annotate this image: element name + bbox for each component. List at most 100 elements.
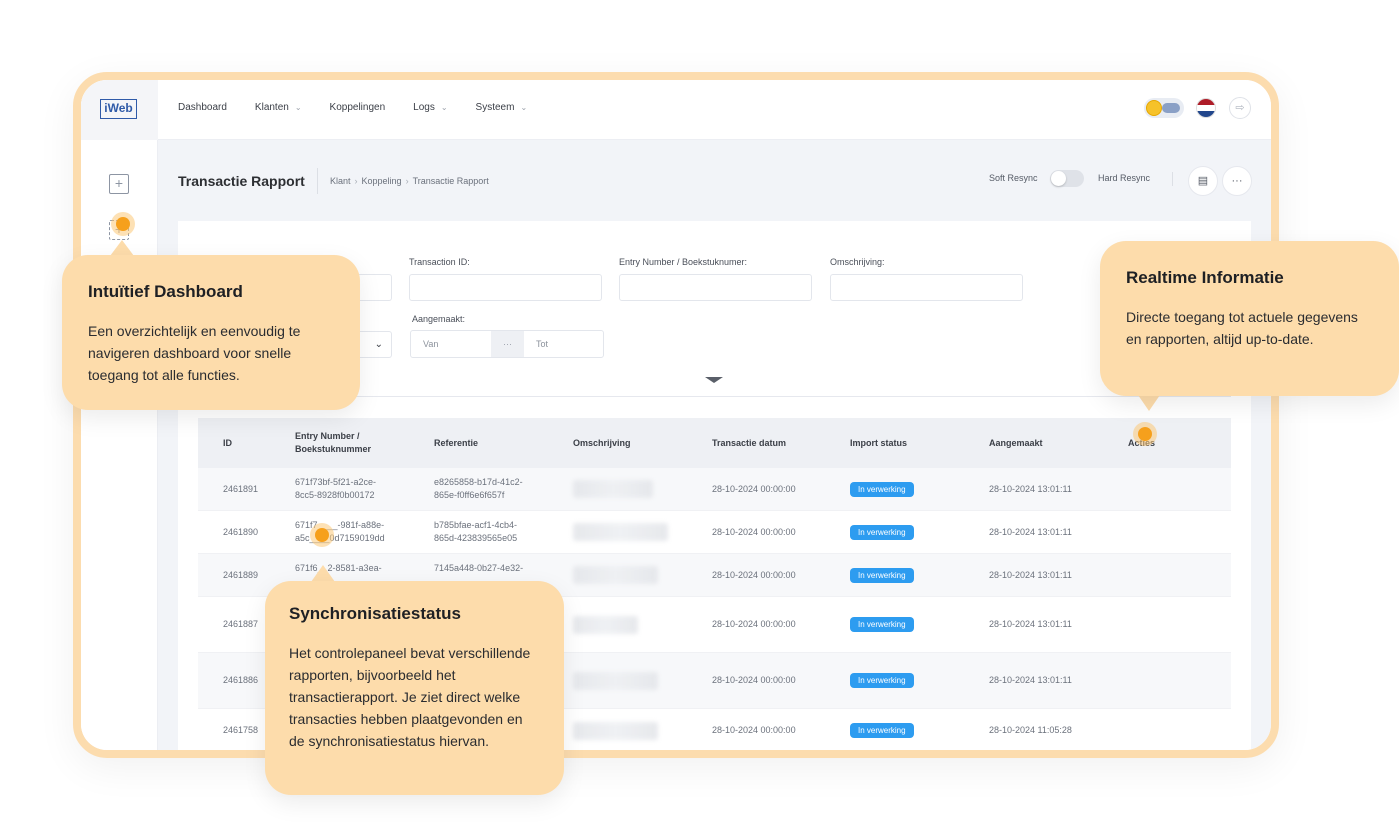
cell-id: 2461889: [223, 569, 259, 580]
entry-number-label: Entry Number / Boekstuknumer:: [619, 257, 748, 267]
cell-id: 2461891: [223, 483, 259, 494]
nl-flag-icon[interactable]: [1196, 98, 1216, 118]
top-navigation-bar: iWeb Dashboard Klanten ⌄ Koppelingen Logs…: [81, 80, 1271, 140]
nav-item-logs[interactable]: Logs ⌄: [413, 102, 447, 113]
omschrijving-label: Omschrijving:: [830, 257, 885, 267]
cell-aangemaakt: 28-10-2024 13:01:11: [989, 526, 1072, 537]
cell-aangemaakt: 28-10-2024 13:01:11: [989, 675, 1072, 685]
cell-entry-number: 671f73bf-5f21-a2ce- 8cc5-8928f0b00172: [295, 468, 376, 510]
breadcrumb: Klant › Koppeling › Transactie Rapport: [330, 176, 489, 186]
cell-import-status: In verwerking: [850, 468, 914, 510]
blurred-text: [573, 721, 658, 740]
callout-text: Directe toegang tot actuele gegevens en …: [1126, 309, 1358, 347]
nav-label: Koppelingen: [329, 102, 386, 113]
cell-omschrijving-blurred: [573, 468, 653, 510]
blurred-text: [573, 480, 653, 498]
hotspot-marker: [315, 528, 329, 542]
callout-realtime: Realtime Informatie Directe toegang tot …: [1100, 241, 1399, 396]
add-window-icon[interactable]: +: [109, 174, 129, 194]
nav-item-koppelingen[interactable]: Koppelingen: [330, 102, 386, 113]
nav-label: Klanten: [254, 102, 289, 113]
status-badge: In verwerking: [850, 617, 914, 632]
cell-line: 8cc5-8928f0b00172: [295, 490, 375, 500]
blurred-text: [573, 671, 658, 690]
chevron-down-icon: ⌄: [374, 339, 383, 350]
chevron-down-icon: ⌄: [440, 103, 448, 112]
column-header-referentie[interactable]: Referentie: [434, 418, 478, 468]
excel-file-icon: ▤: [1197, 175, 1209, 187]
cell-transactie-datum: 28-10-2024 00:00:00: [712, 725, 796, 735]
more-options-button[interactable]: ···: [1222, 166, 1252, 196]
chevron-right-icon: ›: [354, 176, 358, 186]
expand-filters-icon[interactable]: [705, 377, 723, 383]
callout-title: Intuïtief Dashboard: [88, 282, 243, 301]
date-from-input[interactable]: Van: [411, 331, 491, 357]
app-screen: iWeb Dashboard Klanten ⌄ Koppelingen Logs…: [81, 80, 1271, 750]
sidebar: + +: [81, 140, 158, 750]
callout-tail: [110, 240, 134, 256]
table-row[interactable]: 2461890 671f7____-981f-a88e-a5c____0d715…: [198, 511, 1231, 554]
breadcrumb-item[interactable]: Klant: [330, 176, 351, 186]
blurred-text: [573, 566, 658, 584]
theme-toggle[interactable]: [1144, 98, 1184, 118]
nav-item-systeem[interactable]: Systeem ⌄: [476, 102, 528, 113]
cloud-icon: [1162, 103, 1180, 113]
blurred-text: [573, 615, 638, 634]
iweb-logo[interactable]: iWeb: [100, 99, 137, 119]
cell-line: e8265858-b17d-41c2-: [434, 477, 523, 487]
hotspot-marker: [1138, 427, 1152, 441]
column-header-id[interactable]: ID: [223, 418, 232, 468]
device-frame: iWeb Dashboard Klanten ⌄ Koppelingen Logs…: [73, 72, 1279, 758]
cell-import-status: In verwerking: [850, 597, 914, 652]
callout-tail: [1138, 395, 1160, 411]
cell-aangemaakt: 28-10-2024 13:01:11: [989, 483, 1072, 494]
callout-tail: [311, 565, 335, 582]
cell-line: 671f6__2-8581-a3ea-: [295, 563, 382, 573]
nav-item-klanten[interactable]: Klanten ⌄: [255, 102, 302, 113]
hard-resync-label: Hard Resync: [1098, 173, 1151, 183]
export-excel-button[interactable]: ▤: [1188, 166, 1218, 196]
chevron-right-icon: ›: [405, 176, 409, 186]
column-header-acties: Acties: [1128, 437, 1156, 448]
logo-area: iWeb: [81, 80, 158, 140]
header-divider: [1172, 172, 1173, 186]
cell-transactie-datum: 28-10-2024 00:00:00: [712, 483, 796, 494]
title-divider: [317, 168, 318, 194]
nav-label: Systeem: [475, 102, 515, 113]
callout-title: Realtime Informatie: [1126, 268, 1284, 287]
blurred-text: [573, 523, 668, 541]
nav-item-dashboard[interactable]: Dashboard: [178, 102, 227, 113]
cell-omschrijving-blurred: [573, 653, 658, 708]
entry-number-input[interactable]: [619, 274, 812, 301]
header-line: Boekstuknummer: [295, 444, 372, 454]
chevron-down-icon: ⌄: [520, 103, 528, 112]
table-row[interactable]: 2461891 671f73bf-5f21-a2ce- 8cc5-8928f0b0…: [198, 468, 1231, 511]
cell-import-status: In verwerking: [850, 709, 914, 750]
aangemaakt-label: Aangemaakt:: [412, 314, 466, 324]
chevron-down-icon: ⌄: [294, 103, 302, 112]
transaction-id-label: Transaction ID:: [409, 257, 470, 267]
column-header-transactie-datum[interactable]: Transactie datum: [712, 418, 786, 468]
nav-label: Dashboard: [178, 102, 227, 113]
column-header-entry-number[interactable]: Entry Number / Boekstuknummer: [295, 418, 371, 468]
page-title: Transactie Rapport: [178, 173, 305, 189]
status-badge: In verwerking: [850, 673, 914, 688]
cell-import-status: In verwerking: [850, 511, 914, 553]
breadcrumb-item[interactable]: Koppeling: [362, 176, 402, 186]
transaction-id-input[interactable]: [409, 274, 602, 301]
column-header-omschrijving[interactable]: Omschrijving: [573, 418, 631, 468]
column-header-import-status[interactable]: Import status: [850, 418, 907, 468]
sun-icon: [1146, 100, 1162, 116]
cell-import-status: In verwerking: [850, 653, 914, 708]
cell-omschrijving-blurred: [573, 709, 658, 750]
date-to-input[interactable]: Tot: [524, 331, 603, 357]
callout-text: Het controlepaneel bevat verschillende r…: [289, 645, 531, 749]
cell-line: 865d-423839565e05: [434, 533, 518, 543]
cell-line: 671f73bf-5f21-a2ce-: [295, 477, 377, 487]
omschrijving-input[interactable]: [830, 274, 1023, 301]
column-header-aangemaakt[interactable]: Aangemaakt: [989, 418, 1043, 468]
resync-toggle[interactable]: [1050, 170, 1084, 187]
logout-icon[interactable]: ⇨: [1229, 97, 1251, 119]
cell-id: 2461886: [223, 675, 259, 685]
cell-transactie-datum: 28-10-2024 00:00:00: [712, 526, 796, 537]
